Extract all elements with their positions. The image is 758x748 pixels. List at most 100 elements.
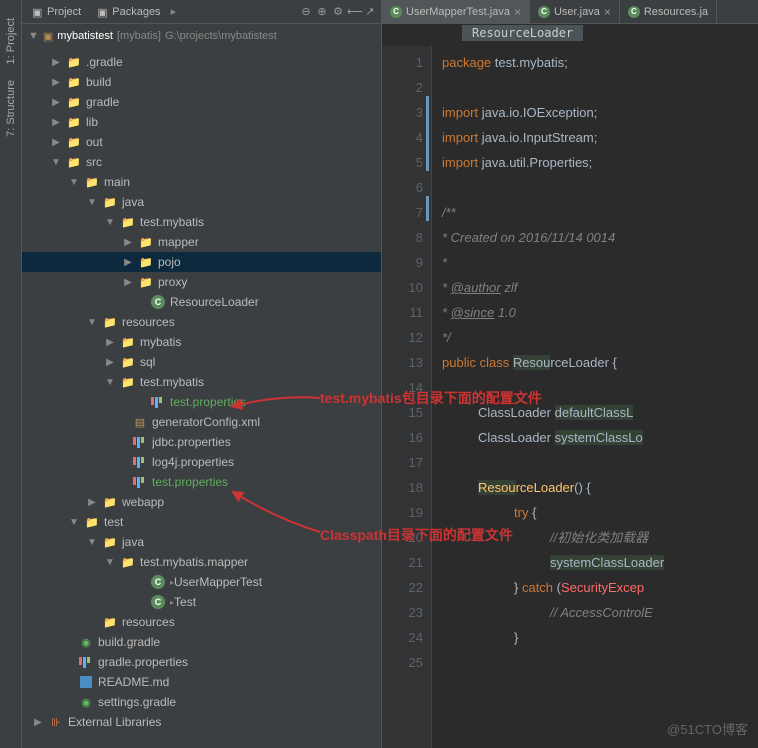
code-area[interactable]: 1234567891011121314151617181920212223242… bbox=[382, 46, 758, 748]
close-icon[interactable]: × bbox=[514, 5, 521, 19]
resources-folder-icon: 📁 bbox=[102, 614, 118, 630]
markdown-icon bbox=[78, 674, 94, 690]
tree-resourceloader[interactable]: CResourceLoader bbox=[22, 292, 381, 312]
folder-icon: 📁 bbox=[66, 54, 82, 70]
tree-generatorconfig[interactable]: ▤generatorConfig.xml bbox=[22, 412, 381, 432]
tree-res-testmybatis[interactable]: ▼📁test.mybatis bbox=[22, 372, 381, 392]
tree-test-java[interactable]: ▼📁java bbox=[22, 532, 381, 552]
properties-icon bbox=[132, 454, 148, 470]
module-name: mybatistest bbox=[57, 30, 113, 42]
class-icon: C bbox=[150, 594, 166, 610]
gradle-icon: ◉ bbox=[78, 694, 94, 710]
tree-gradle[interactable]: ▶📁gradle bbox=[22, 92, 381, 112]
editor-area: CUserMapperTest.java× CUser.java× CResou… bbox=[382, 0, 758, 748]
close-icon[interactable]: × bbox=[604, 5, 611, 19]
tree-buildgradle[interactable]: ◉build.gradle bbox=[22, 632, 381, 652]
packages-view-tab[interactable]: ▣Packages bbox=[91, 4, 166, 20]
project-icon: ▣ bbox=[32, 6, 44, 18]
xml-icon: ▤ bbox=[132, 414, 148, 430]
editor-tab-1[interactable]: CUserMapperTest.java× bbox=[382, 0, 530, 23]
code-breadcrumb[interactable]: ResourceLoader bbox=[382, 24, 758, 46]
editor-gutter: 1234567891011121314151617181920212223242… bbox=[382, 46, 432, 748]
folder-icon: 📁 bbox=[66, 74, 82, 90]
package-icon: 📁 bbox=[120, 554, 136, 570]
class-icon: C bbox=[538, 6, 550, 18]
gradle-icon: ◉ bbox=[78, 634, 94, 650]
tree-testmybatismapper[interactable]: ▼📁test.mybatis.mapper bbox=[22, 552, 381, 572]
properties-icon bbox=[132, 434, 148, 450]
folder-icon: 📁 bbox=[102, 494, 118, 510]
tree-extlibs[interactable]: ▶⊪External Libraries bbox=[22, 712, 381, 732]
gear-icon[interactable]: ⚙ bbox=[331, 5, 345, 19]
project-breadcrumb: ▼ ▣ mybatistest [mybatis] G:\projects\my… bbox=[22, 24, 381, 48]
tree-src[interactable]: ▼📁src bbox=[22, 152, 381, 172]
tree-lib[interactable]: ▶📁lib bbox=[22, 112, 381, 132]
side-tab-bar: 1: Project 7: Structure bbox=[0, 0, 22, 748]
tree-log4jprops[interactable]: log4j.properties bbox=[22, 452, 381, 472]
class-icon: C bbox=[628, 6, 640, 18]
tree-out[interactable]: ▶📁out bbox=[22, 132, 381, 152]
tree-pojo[interactable]: ▶📁pojo bbox=[22, 252, 381, 272]
tree-testprops-2[interactable]: test.properties bbox=[22, 472, 381, 492]
resources-folder-icon: 📁 bbox=[102, 314, 118, 330]
tree-test-resources[interactable]: 📁resources bbox=[22, 612, 381, 632]
class-icon: C bbox=[150, 574, 166, 590]
tree-testclass[interactable]: C▸Test bbox=[22, 592, 381, 612]
tree-readme[interactable]: README.md bbox=[22, 672, 381, 692]
folder-icon: 📁 bbox=[84, 514, 100, 530]
project-view-tab[interactable]: ▣Project bbox=[26, 4, 87, 20]
structure-side-tab[interactable]: 7: Structure bbox=[3, 72, 19, 145]
watermark: @51CTO博客 bbox=[667, 719, 748, 738]
project-tree: ▶📁.gradle ▶📁build ▶📁gradle ▶📁lib ▶📁out ▼… bbox=[22, 48, 381, 748]
tree-java[interactable]: ▼📁java bbox=[22, 192, 381, 212]
tree-res-mybatis[interactable]: ▶📁mybatis bbox=[22, 332, 381, 352]
tree-gradleprops[interactable]: gradle.properties bbox=[22, 652, 381, 672]
src-folder-icon: 📁 bbox=[102, 194, 118, 210]
code-content[interactable]: package test.mybatis; import java.io.IOE… bbox=[432, 46, 758, 748]
tree-usermappertest[interactable]: C▸UserMapperTest bbox=[22, 572, 381, 592]
class-icon: C bbox=[390, 6, 402, 18]
panel-header: ▣Project ▣Packages ▸ ⊖ ⊕ ⚙ ⟵ ↗ bbox=[22, 0, 381, 24]
tree-build[interactable]: ▶📁build bbox=[22, 72, 381, 92]
tree-jdbcprops[interactable]: jdbc.properties bbox=[22, 432, 381, 452]
test-src-icon: 📁 bbox=[102, 534, 118, 550]
folder-icon: 📁 bbox=[84, 174, 100, 190]
dropdown-arrow-icon[interactable]: ▸ bbox=[171, 5, 177, 18]
tree-test[interactable]: ▼📁test bbox=[22, 512, 381, 532]
package-icon: 📁 bbox=[138, 274, 154, 290]
folder-icon: 📁 bbox=[120, 334, 136, 350]
package-icon: 📁 bbox=[138, 234, 154, 250]
hide-icon[interactable]: ⟵ bbox=[347, 5, 361, 19]
editor-tab-3[interactable]: CResources.ja bbox=[620, 0, 717, 23]
arrow-icon[interactable]: ↗ bbox=[363, 5, 377, 19]
tree-main[interactable]: ▼📁main bbox=[22, 172, 381, 192]
tree-testprops-1[interactable]: test.properties bbox=[22, 392, 381, 412]
package-icon: 📁 bbox=[138, 254, 154, 270]
folder-icon: 📁 bbox=[120, 354, 136, 370]
tree-settingsgradle[interactable]: ◉settings.gradle bbox=[22, 692, 381, 712]
editor-tab-2[interactable]: CUser.java× bbox=[530, 0, 620, 23]
folder-icon: 📁 bbox=[120, 374, 136, 390]
folder-icon: 📁 bbox=[66, 114, 82, 130]
editor-tabs: CUserMapperTest.java× CUser.java× CResou… bbox=[382, 0, 758, 24]
tree-test-mybatis[interactable]: ▼📁test.mybatis bbox=[22, 212, 381, 232]
class-icon: C bbox=[150, 294, 166, 310]
tree-mapper[interactable]: ▶📁mapper bbox=[22, 232, 381, 252]
tree-gradle-dir[interactable]: ▶📁.gradle bbox=[22, 52, 381, 72]
module-icon: ▣ bbox=[43, 30, 53, 43]
package-icon: 📁 bbox=[120, 214, 136, 230]
target-icon[interactable]: ⊕ bbox=[315, 5, 329, 19]
properties-icon bbox=[132, 474, 148, 490]
tree-resources[interactable]: ▼📁resources bbox=[22, 312, 381, 332]
packages-icon: ▣ bbox=[97, 6, 109, 18]
tree-proxy[interactable]: ▶📁proxy bbox=[22, 272, 381, 292]
tree-webapp[interactable]: ▶📁webapp bbox=[22, 492, 381, 512]
properties-icon bbox=[150, 394, 166, 410]
library-icon: ⊪ bbox=[48, 714, 64, 730]
project-side-tab[interactable]: 1: Project bbox=[3, 10, 19, 72]
folder-icon: 📁 bbox=[66, 94, 82, 110]
project-panel: ▣Project ▣Packages ▸ ⊖ ⊕ ⚙ ⟵ ↗ ▼ ▣ mybat… bbox=[22, 0, 382, 748]
tree-res-sql[interactable]: ▶📁sql bbox=[22, 352, 381, 372]
collapse-icon[interactable]: ⊖ bbox=[299, 5, 313, 19]
folder-icon: 📁 bbox=[66, 134, 82, 150]
